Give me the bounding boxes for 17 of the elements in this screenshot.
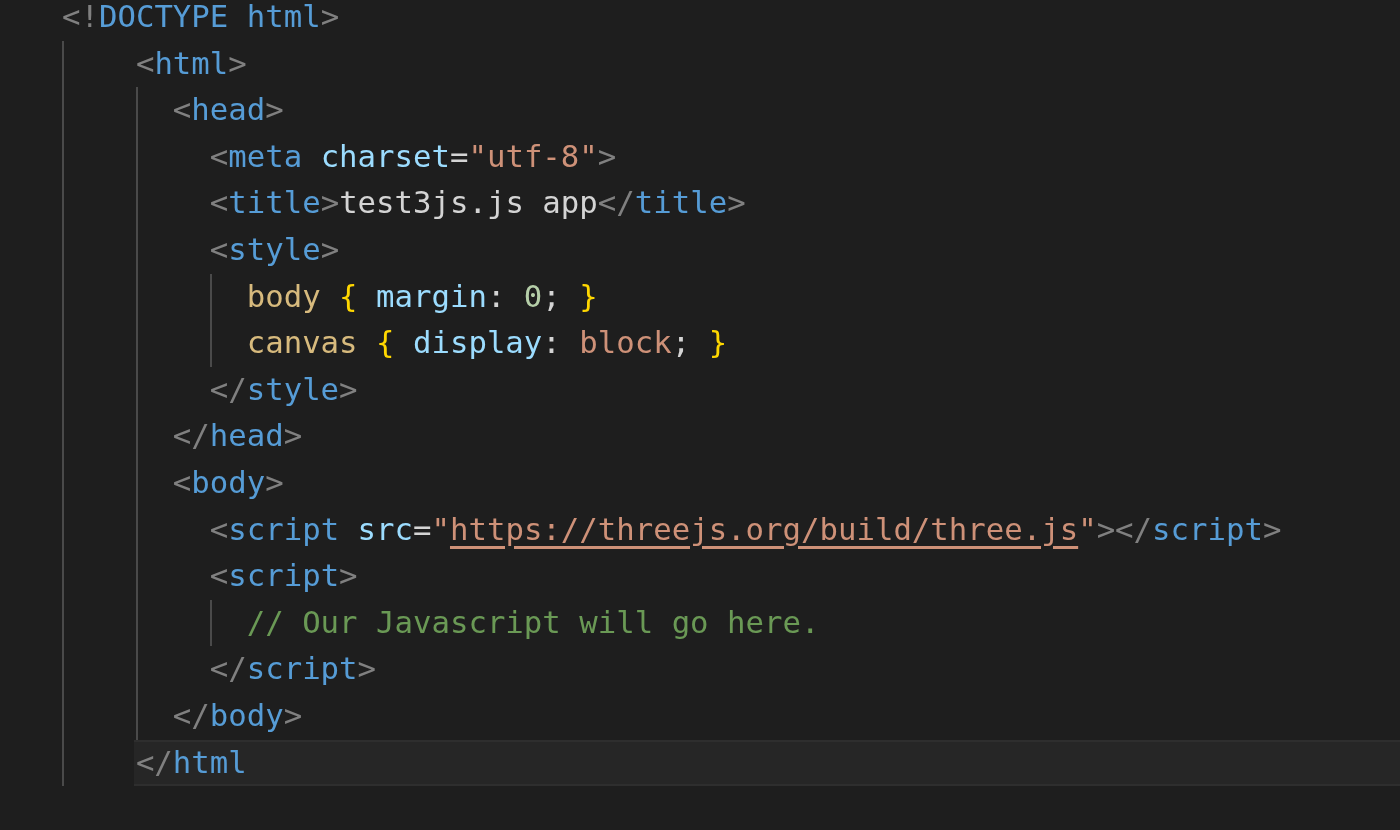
code-line: </head> xyxy=(172,418,303,454)
code-line: body { margin: 0; } xyxy=(246,278,598,314)
code-line: <!DOCTYPE html> xyxy=(62,0,340,34)
code-line: <html> xyxy=(135,45,247,81)
code-line: <head> xyxy=(172,92,284,128)
code-line: <title>test3js.js app</title> xyxy=(209,185,746,221)
code-comment: // Our Javascript will go here. xyxy=(246,604,820,640)
code-line: </script> xyxy=(209,651,377,687)
code-line: <style> xyxy=(209,231,340,267)
code-line: <body> xyxy=(172,464,284,500)
code-line: canvas { display: block; } xyxy=(246,325,728,361)
code-line: </style> xyxy=(209,371,358,407)
code-line: </html xyxy=(135,744,247,780)
code-line: <script> xyxy=(209,558,358,594)
code-line: </body> xyxy=(172,697,303,733)
code-line: <script src="https://threejs.org/build/three.js"></script> xyxy=(209,511,1282,547)
code-line: <meta charset="utf-8"> xyxy=(209,138,617,174)
